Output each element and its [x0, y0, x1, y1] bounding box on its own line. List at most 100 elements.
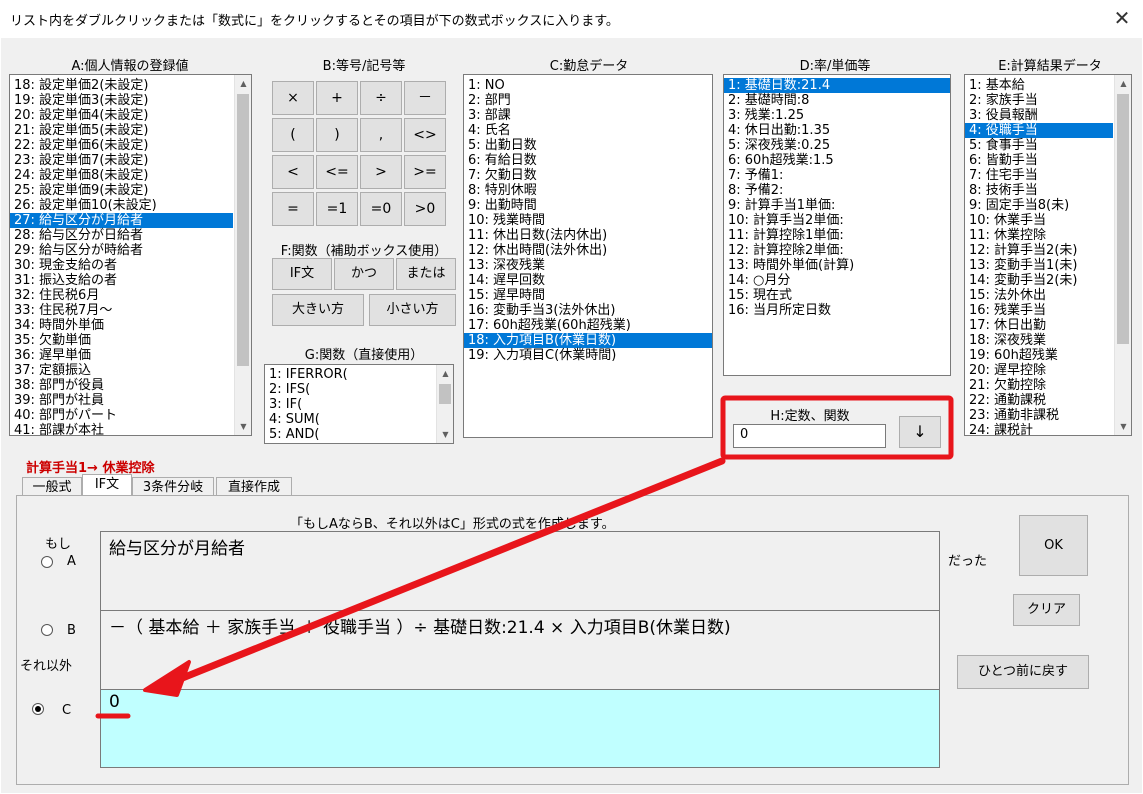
list-item[interactable]: 30: 現金支給の者 [10, 258, 233, 273]
scroll-up-icon[interactable]: ▲ [1115, 75, 1131, 92]
list-item[interactable]: 13: 変動手当1(未) [965, 258, 1113, 273]
list-item[interactable]: 10: 計算手当2単価: [724, 213, 950, 228]
list-item[interactable]: 6: 皆勤手当 [965, 153, 1113, 168]
list-item[interactable]: 4: 休日出勤:1.35 [724, 123, 950, 138]
list-item[interactable]: 17: 休日出勤 [965, 318, 1113, 333]
operator-button[interactable]: = [272, 192, 314, 226]
list-item[interactable]: 12: 計算手当2(未) [965, 243, 1113, 258]
list-item[interactable]: 39: 部門が社員 [10, 393, 233, 408]
scroll-up-icon[interactable]: ▲ [235, 75, 251, 92]
list-item[interactable]: 25: 設定単価9(未設定) [10, 183, 233, 198]
list-item[interactable]: 40: 部門がパート [10, 408, 233, 423]
list-item[interactable]: 3: 部課 [464, 108, 712, 123]
list-item[interactable]: 24: 課税計 [965, 423, 1113, 435]
list-item[interactable]: 31: 振込支給の者 [10, 273, 233, 288]
scroll-thumb[interactable] [439, 384, 451, 404]
list-item[interactable]: 1: 基本給 [965, 78, 1113, 93]
list-item[interactable]: 1: IFERROR( [265, 367, 435, 382]
operator-button[interactable]: >0 [404, 192, 446, 226]
list-item[interactable]: 3: 残業:1.25 [724, 108, 950, 123]
list-item[interactable]: 5: 深夜残業:0.25 [724, 138, 950, 153]
list-item[interactable]: 6: 有給日数 [464, 153, 712, 168]
list-item[interactable]: 26: 設定単価10(未設定) [10, 198, 233, 213]
list-item[interactable]: 14: 遅早回数 [464, 273, 712, 288]
list-item[interactable]: 5: 出勤日数 [464, 138, 712, 153]
or-button[interactable]: または [396, 258, 456, 290]
scroll-up-icon[interactable]: ▲ [437, 365, 453, 382]
operator-button[interactable]: <> [404, 118, 446, 152]
operator-button[interactable]: < [272, 155, 314, 189]
operator-button[interactable]: ) [316, 118, 358, 152]
list-item[interactable]: 41: 部課が本社 [10, 423, 233, 435]
list-item[interactable]: 38: 部門が役員 [10, 378, 233, 393]
list-item[interactable]: 28: 給与区分が日給者 [10, 228, 233, 243]
list-item[interactable]: 27: 給与区分が月給者 [10, 213, 233, 228]
list-item[interactable]: 13: 時間外単価(計算) [724, 258, 950, 273]
scroll-thumb[interactable] [1117, 94, 1129, 344]
operator-button[interactable]: =0 [360, 192, 402, 226]
list-item[interactable]: 7: 欠勤日数 [464, 168, 712, 183]
clear-button[interactable]: クリア [1013, 594, 1080, 626]
max-button[interactable]: 大きい方 [272, 294, 364, 326]
list-item[interactable]: 6: 60h超残業:1.5 [724, 153, 950, 168]
scroll-down-icon[interactable]: ▼ [235, 418, 251, 435]
list-item[interactable]: 2: 家族手当 [965, 93, 1113, 108]
list-item[interactable]: 5: AND( [265, 427, 435, 442]
operator-button[interactable]: <= [316, 155, 358, 189]
list-item[interactable]: 10: 休業手当 [965, 213, 1113, 228]
undo-button[interactable]: ひとつ前に戻す [957, 655, 1089, 689]
list-item[interactable]: 11: 休出日数(法内休出) [464, 228, 712, 243]
list-item[interactable]: 10: 残業時間 [464, 213, 712, 228]
scrollbar-e[interactable]: ▲ ▼ [1114, 75, 1131, 435]
list-item[interactable]: 18: 設定単価2(未設定) [10, 78, 233, 93]
list-item[interactable]: 21: 設定単価5(未設定) [10, 123, 233, 138]
operator-button[interactable]: ( [272, 118, 314, 152]
radio-a[interactable] [41, 556, 53, 568]
list-item[interactable]: 17: 60h超残業(60h超残業) [464, 318, 712, 333]
list-item[interactable]: 15: 現在式 [724, 288, 950, 303]
operator-button[interactable]: > [360, 155, 402, 189]
list-item[interactable]: 18: 深夜残業 [965, 333, 1113, 348]
list-item[interactable]: 9: 固定手当8(未) [965, 198, 1113, 213]
else-c-box[interactable]: 0 [100, 689, 940, 768]
list-item[interactable]: 15: 法外休出 [965, 288, 1113, 303]
min-button[interactable]: 小さい方 [369, 294, 456, 326]
list-item[interactable]: 34: 時間外単価 [10, 318, 233, 333]
list-item[interactable]: 8: 予備2: [724, 183, 950, 198]
list-item[interactable]: 19: 設定単価3(未設定) [10, 93, 233, 108]
list-item[interactable]: 15: 遅早時間 [464, 288, 712, 303]
list-item[interactable]: 11: 計算控除1単価: [724, 228, 950, 243]
list-item[interactable]: 3: 役員報酬 [965, 108, 1113, 123]
list-item[interactable]: 23: 通勤非課税 [965, 408, 1113, 423]
operator-button[interactable]: >= [404, 155, 446, 189]
list-item[interactable]: 9: 出勤時間 [464, 198, 712, 213]
list-item[interactable]: 14: 変動手当2(未) [965, 273, 1113, 288]
list-item[interactable]: 21: 欠勤控除 [965, 378, 1113, 393]
and-button[interactable]: かつ [334, 258, 394, 290]
list-item[interactable]: 35: 欠勤単価 [10, 333, 233, 348]
tab-general[interactable]: 一般式 [22, 477, 82, 497]
list-item[interactable]: 23: 設定単価7(未設定) [10, 153, 233, 168]
ok-button[interactable]: OK [1019, 515, 1088, 576]
list-item[interactable]: 13: 深夜残業 [464, 258, 712, 273]
list-item[interactable]: 16: 残業手当 [965, 303, 1113, 318]
then-b-box[interactable]: －（ 基本給 ＋ 家族手当 ＋ 役職手当 ）÷ 基礎日数:21.4 × 入力項目… [100, 610, 940, 690]
list-item[interactable]: 29: 給与区分が時給者 [10, 243, 233, 258]
list-item[interactable]: 22: 設定単価6(未設定) [10, 138, 233, 153]
scroll-thumb[interactable] [237, 94, 249, 366]
list-c[interactable]: 1: NO 2: 部門 3: 部課 4: 氏名 5: 出勤日数 6: 有給日数 7: 欠勤日… [463, 74, 713, 438]
operator-button[interactable]: ÷ [360, 81, 402, 115]
list-item[interactable]: 16: 当月所定日数 [724, 303, 950, 318]
list-item[interactable]: 11: 休業控除 [965, 228, 1113, 243]
scroll-down-icon[interactable]: ▼ [1115, 418, 1131, 435]
list-item[interactable]: 1: 基礎日数:21.4 [724, 78, 950, 93]
scrollbar-g[interactable]: ▲ ▼ [436, 365, 453, 443]
list-item[interactable]: 20: 遅早控除 [965, 363, 1113, 378]
list-item[interactable]: 5: 食事手当 [965, 138, 1113, 153]
list-item[interactable]: 7: 住宅手当 [965, 168, 1113, 183]
radio-c[interactable] [32, 703, 44, 715]
list-item[interactable]: 8: 技術手当 [965, 183, 1113, 198]
list-e[interactable]: 1: 基本給 2: 家族手当 3: 役員報酬 4: 役職手当 5: 食事手当 6: 皆勤手… [964, 74, 1132, 436]
list-item[interactable]: 1: NO [464, 78, 712, 93]
list-item[interactable]: 32: 住民税6月 [10, 288, 233, 303]
